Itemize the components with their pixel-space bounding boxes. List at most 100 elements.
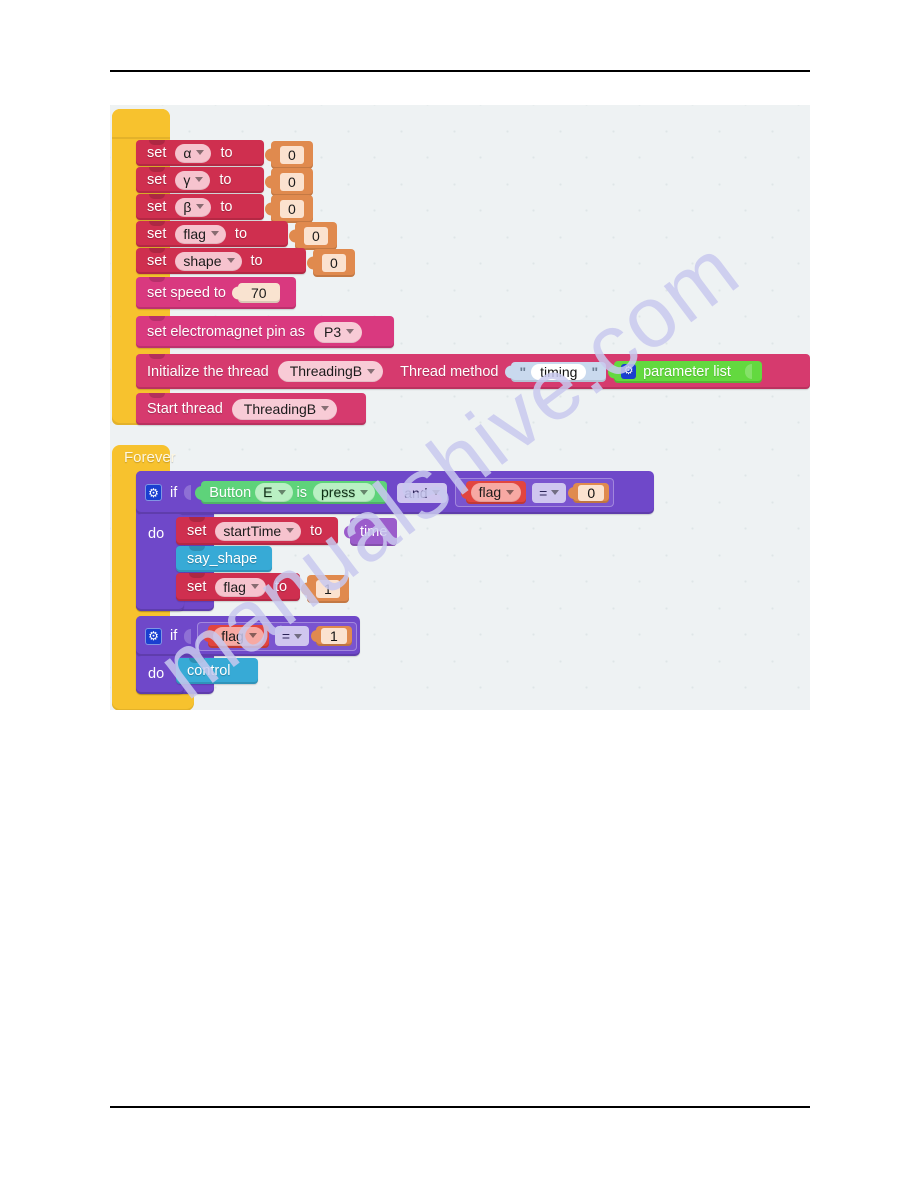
set-speed-row[interactable]: set speed to 70: [136, 277, 296, 309]
number-value-block[interactable]: 1: [316, 626, 352, 646]
string-value-block[interactable]: " timing ": [511, 361, 607, 382]
comparison-block-1[interactable]: flag = 0: [454, 478, 615, 507]
button-select[interactable]: E: [255, 483, 293, 502]
number-value: 0: [304, 227, 328, 245]
variable-dropdown[interactable]: shape: [175, 251, 242, 271]
set-keyword: set: [187, 579, 207, 595]
variable-reporter[interactable]: flag: [208, 624, 269, 648]
number-value-block[interactable]: 0: [573, 482, 610, 503]
chevron-down-icon: [250, 584, 259, 589]
gear-icon[interactable]: ⚙: [145, 627, 162, 645]
button-state-value: press: [321, 484, 356, 500]
electromagnet-label: set electromagnet pin as: [147, 324, 305, 340]
speed-value-block[interactable]: 70: [238, 283, 280, 303]
to-keyword: to: [220, 199, 233, 215]
variable-select[interactable]: flag: [213, 626, 264, 646]
set-keyword: set: [147, 172, 167, 188]
set-keyword: set: [147, 253, 167, 269]
is-label: is: [296, 484, 307, 501]
number-value-block[interactable]: 0: [271, 141, 313, 169]
do-keyword: do: [148, 666, 165, 682]
function-name: control: [187, 663, 231, 679]
variable-dropdown[interactable]: γ: [175, 170, 211, 190]
variable-select[interactable]: flag: [470, 483, 522, 502]
time-reporter-block[interactable]: time: [350, 518, 398, 546]
pin-dropdown[interactable]: P3: [313, 321, 363, 343]
gear-icon[interactable]: ⚙: [145, 484, 162, 501]
gear-icon[interactable]: ⚙: [621, 364, 637, 379]
to-keyword: to: [310, 523, 323, 539]
init-thread-label: Initialize the thread: [147, 363, 269, 380]
variable-dropdown[interactable]: flag: [175, 224, 226, 244]
if-block-2-header[interactable]: ⚙ if flag = 1: [136, 616, 360, 656]
variable-name: shape: [183, 252, 222, 269]
set-variable-row[interactable]: set β to: [136, 194, 264, 220]
set-electromagnet-pin-row[interactable]: set electromagnet pin as P3: [136, 316, 394, 348]
set-variable-row[interactable]: set γ to: [136, 167, 264, 193]
logic-operator: and: [404, 484, 428, 501]
chevron-down-icon: [196, 204, 205, 209]
to-keyword: to: [274, 579, 288, 595]
open-quote: ": [519, 363, 527, 380]
chevron-down-icon: [506, 489, 515, 495]
set-variable-row[interactable]: set flag to: [176, 573, 300, 601]
button-state-block[interactable]: Button E is press: [201, 481, 388, 504]
function-name: say_shape: [187, 551, 258, 567]
set-variable-row[interactable]: set flag to: [136, 221, 288, 247]
thread-dropdown[interactable]: ThreadingB: [231, 398, 338, 420]
set-variable-row[interactable]: set shape to: [136, 248, 306, 274]
do-keyword: do: [148, 526, 165, 542]
variable-name: flag: [183, 225, 206, 242]
condition-socket: [184, 485, 192, 500]
thread-dropdown[interactable]: ThreadingB: [277, 361, 384, 382]
number-value-block[interactable]: 0: [271, 195, 313, 223]
set-keyword: set: [187, 523, 207, 539]
call-function-row[interactable]: say_shape: [176, 546, 272, 572]
variable-name: startTime: [223, 522, 282, 539]
start-thread-row[interactable]: Start thread ThreadingB: [136, 393, 366, 425]
if-keyword: if: [170, 628, 178, 644]
button-state-select[interactable]: press: [313, 483, 376, 502]
number-value-block[interactable]: 0: [313, 249, 355, 277]
number-value-block[interactable]: 1: [307, 575, 349, 603]
number-value-block[interactable]: 0: [271, 168, 313, 196]
initialize-thread-row[interactable]: Initialize the thread ThreadingB Thread …: [136, 354, 810, 389]
variable-dropdown[interactable]: β: [175, 197, 212, 217]
logic-operator-select[interactable]: and: [397, 482, 447, 503]
call-function-row[interactable]: control: [176, 658, 258, 684]
chevron-down-icon: [286, 528, 295, 533]
parameter-list-block[interactable]: ⚙ parameter list: [614, 360, 762, 383]
set-variable-row[interactable]: set startTime to: [176, 517, 338, 545]
time-label: time: [360, 524, 388, 540]
variable-dropdown[interactable]: startTime: [215, 521, 302, 541]
start-thread-label: Start thread: [147, 401, 223, 417]
comparison-operator-select[interactable]: =: [532, 482, 567, 503]
button-value: E: [263, 484, 273, 500]
chevron-down-icon: [346, 329, 355, 334]
thread-name: ThreadingB: [243, 400, 317, 417]
to-keyword: to: [250, 253, 263, 269]
document-page: Start set α to 0 set γ to 0: [0, 0, 918, 1188]
close-quote: ": [591, 363, 599, 380]
set-variable-row[interactable]: set α to: [136, 140, 264, 166]
to-keyword: to: [219, 172, 232, 188]
set-speed-label: set speed to: [147, 285, 226, 301]
speed-value: 70: [251, 285, 267, 301]
start-hat-top: [112, 109, 170, 139]
thread-method-value[interactable]: timing: [531, 363, 587, 380]
variable-dropdown[interactable]: flag: [215, 577, 266, 597]
input-socket: [744, 364, 752, 379]
comparison-operator-select[interactable]: =: [274, 626, 310, 646]
comparison-block-2[interactable]: flag = 1: [197, 621, 357, 651]
if-block-1-header[interactable]: ⚙ if Button E is press and flag = 0: [136, 471, 654, 514]
thread-name: ThreadingB: [289, 363, 363, 379]
chevron-down-icon: [294, 633, 303, 639]
number-value: 1: [321, 628, 347, 644]
number-value-block[interactable]: 0: [295, 222, 337, 250]
chevron-down-icon: [277, 489, 286, 495]
variable-name: γ: [183, 171, 191, 188]
chevron-down-icon: [226, 258, 235, 263]
blockly-canvas[interactable]: Start set α to 0 set γ to 0: [110, 105, 810, 710]
variable-dropdown[interactable]: α: [175, 143, 212, 163]
variable-reporter[interactable]: flag: [465, 481, 527, 504]
